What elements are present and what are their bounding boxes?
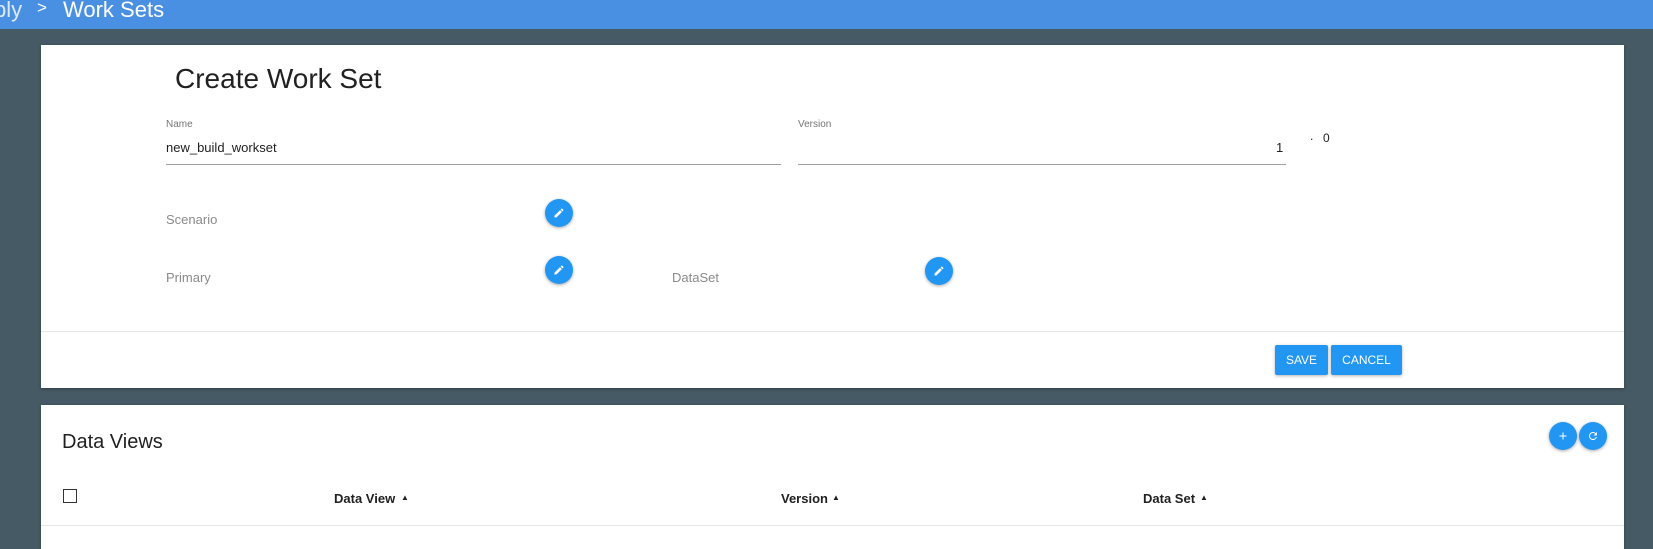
dataset-label: DataSet	[672, 270, 719, 285]
column-header-data-view[interactable]: Data View	[334, 491, 395, 506]
top-bar: ply > Work Sets	[0, 0, 1653, 29]
sort-ascending-icon[interactable]: ▲	[832, 493, 840, 502]
data-views-title: Data Views	[62, 431, 163, 453]
add-data-view-button[interactable]	[1549, 422, 1577, 450]
edit-scenario-button[interactable]	[545, 199, 573, 227]
pencil-icon	[554, 208, 564, 218]
chevron-right-icon: >	[37, 0, 47, 17]
breadcrumb-current: Work Sets	[63, 0, 165, 22]
version-major-field[interactable]: 1	[1276, 140, 1283, 155]
column-header-version[interactable]: Version	[781, 491, 828, 506]
page-title: Create Work Set	[175, 63, 382, 94]
create-work-set-card: Create Work Set Name new_build_workset V…	[41, 45, 1624, 388]
edit-dataset-button[interactable]	[925, 257, 953, 285]
refresh-button[interactable]	[1579, 422, 1607, 450]
edit-primary-button[interactable]	[545, 256, 573, 284]
scenario-label: Scenario	[166, 212, 218, 227]
sort-ascending-icon[interactable]: ▲	[401, 493, 409, 502]
table-header-divider	[41, 525, 1624, 526]
version-separator: .	[1310, 129, 1314, 143]
pencil-icon	[934, 266, 944, 276]
form-divider	[41, 331, 1624, 332]
name-label: Name	[166, 119, 193, 130]
select-all-checkbox[interactable]	[63, 489, 77, 503]
refresh-icon	[1588, 432, 1597, 440]
primary-label: Primary	[166, 270, 211, 285]
sort-ascending-icon[interactable]: ▲	[1200, 493, 1208, 502]
column-header-data-set[interactable]: Data Set	[1143, 491, 1195, 506]
plus-icon	[1559, 432, 1567, 440]
version-minor-field[interactable]: 0	[1323, 131, 1330, 145]
data-views-card: Data Views Data View ▲ Version ▲ Data Se…	[41, 405, 1624, 549]
cancel-button[interactable]: CANCEL	[1331, 345, 1402, 375]
name-field-underline	[166, 164, 781, 165]
version-label: Version	[798, 119, 832, 130]
version-field-underline	[798, 164, 1286, 165]
pencil-icon	[554, 265, 564, 275]
save-button[interactable]: SAVE	[1275, 345, 1328, 375]
name-field[interactable]: new_build_workset	[166, 140, 277, 155]
breadcrumb-previous[interactable]: ply	[0, 0, 22, 23]
